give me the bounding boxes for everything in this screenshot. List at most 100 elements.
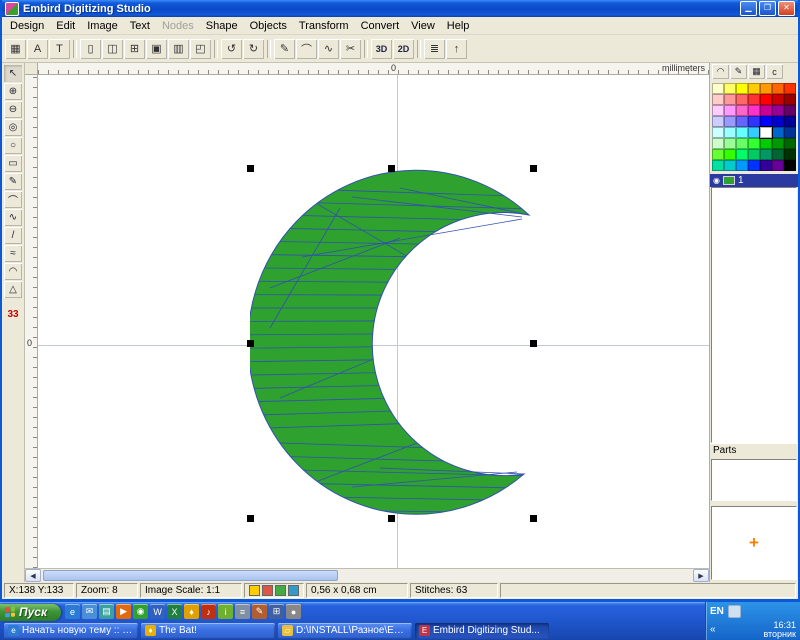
close-button[interactable]: ✕ xyxy=(778,1,795,16)
fill-tool[interactable]: ≈ xyxy=(4,245,22,262)
palette-color-47[interactable] xyxy=(772,149,784,160)
palette-color-16[interactable] xyxy=(736,105,748,116)
menu-edit[interactable]: Edit xyxy=(50,19,81,33)
thread-catalog-button[interactable]: ◠ xyxy=(712,64,729,79)
menu-shape[interactable]: Shape xyxy=(200,19,244,33)
palette-color-31[interactable] xyxy=(748,127,760,138)
task-button-0[interactable]: eНачать новую тему :: В... xyxy=(4,623,138,639)
taskbar-clock[interactable]: 16:31 вторник xyxy=(763,621,796,639)
task-button-2[interactable]: ▱D:\INSTALL\Разное\Embird xyxy=(278,623,412,639)
palette-color-26[interactable] xyxy=(772,116,784,127)
curve-stitch-button[interactable]: ∿ xyxy=(318,39,339,59)
selection-handle-ne[interactable] xyxy=(530,165,537,172)
palette-color-24[interactable] xyxy=(748,116,760,127)
selection-handle-s[interactable] xyxy=(388,515,395,522)
undo-button[interactable]: ↺ xyxy=(221,39,242,59)
internet-explorer-icon[interactable]: e xyxy=(65,604,80,619)
palette-color-40[interactable] xyxy=(772,138,784,149)
the-bat-icon[interactable]: ♦ xyxy=(184,604,199,619)
selection-handle-nw[interactable] xyxy=(247,165,254,172)
language-indicator[interactable]: EN xyxy=(710,606,724,617)
palette-color-17[interactable] xyxy=(748,105,760,116)
calculator-icon[interactable]: ⊞ xyxy=(269,604,284,619)
zoom-select-tool[interactable]: ◎ xyxy=(4,119,22,136)
visibility-eye-icon[interactable]: ◉ xyxy=(713,176,720,185)
design-canvas[interactable] xyxy=(38,75,709,568)
palette-color-10[interactable] xyxy=(748,94,760,105)
scroll-thumb[interactable] xyxy=(43,570,338,581)
palette-color-42[interactable] xyxy=(712,149,724,160)
ellipse-tool[interactable]: ○ xyxy=(4,137,22,154)
outline-tool[interactable]: ◠ xyxy=(4,263,22,280)
palette-color-43[interactable] xyxy=(724,149,736,160)
palette-color-2[interactable] xyxy=(736,83,748,94)
color-count-button[interactable]: c xyxy=(766,64,783,79)
copy-button[interactable]: ◰ xyxy=(190,39,211,59)
palette-color-55[interactable] xyxy=(784,160,796,171)
palette-color-36[interactable] xyxy=(724,138,736,149)
palette-color-11[interactable] xyxy=(760,94,772,105)
tray-app-icon[interactable] xyxy=(728,605,741,618)
palette-color-18[interactable] xyxy=(760,105,772,116)
palette-color-51[interactable] xyxy=(736,160,748,171)
scroll-left-arrow[interactable]: ◀ xyxy=(25,569,41,582)
palette-color-45[interactable] xyxy=(748,149,760,160)
monogram-button[interactable]: T xyxy=(49,39,70,59)
edit-color-button[interactable]: ✎ xyxy=(730,64,747,79)
scroll-right-arrow[interactable]: ▶ xyxy=(693,569,709,582)
menu-nodes[interactable]: Nodes xyxy=(156,19,200,33)
menu-image[interactable]: Image xyxy=(81,19,124,33)
palette-color-48[interactable] xyxy=(784,149,796,160)
palette-color-15[interactable] xyxy=(724,105,736,116)
palette-color-30[interactable] xyxy=(736,127,748,138)
arc-stitch-button[interactable]: ⌒ xyxy=(296,39,317,59)
palette-color-19[interactable] xyxy=(772,105,784,116)
menu-text[interactable]: Text xyxy=(124,19,156,33)
palette-color-54[interactable] xyxy=(772,160,784,171)
palette-color-38[interactable] xyxy=(748,138,760,149)
palette-color-35[interactable] xyxy=(712,138,724,149)
palette-color-13[interactable] xyxy=(784,94,796,105)
palette-color-32[interactable] xyxy=(760,127,772,138)
selection-handle-w[interactable] xyxy=(247,340,254,347)
palette-color-12[interactable] xyxy=(772,94,784,105)
messenger-icon[interactable]: ◉ xyxy=(133,604,148,619)
palette-color-6[interactable] xyxy=(784,83,796,94)
tray-collapse-chevron[interactable]: « xyxy=(710,624,716,635)
palette-color-34[interactable] xyxy=(784,127,796,138)
freehand-stitch-button[interactable]: ✎ xyxy=(274,39,295,59)
show-desktop-icon[interactable]: ▤ xyxy=(99,604,114,619)
rectangle-tool[interactable]: ▭ xyxy=(4,155,22,172)
split-button[interactable]: ✂ xyxy=(340,39,361,59)
view-3d-button[interactable]: 3D xyxy=(371,39,392,59)
palette-color-20[interactable] xyxy=(784,105,796,116)
crescent-design[interactable] xyxy=(250,168,534,519)
zoom-in-tool[interactable]: ⊕ xyxy=(4,83,22,100)
view-2d-button[interactable]: 2D xyxy=(393,39,414,59)
menu-design[interactable]: Design xyxy=(4,19,50,33)
selection-handle-n[interactable] xyxy=(388,165,395,172)
scroll-track[interactable] xyxy=(41,569,693,582)
palette-color-5[interactable] xyxy=(772,83,784,94)
start-button[interactable]: Пуск xyxy=(0,604,61,621)
selection-handle-e[interactable] xyxy=(530,340,537,347)
palette-color-14[interactable] xyxy=(712,105,724,116)
new-design-button[interactable]: ▯ xyxy=(80,39,101,59)
palette-color-9[interactable] xyxy=(736,94,748,105)
palette-color-27[interactable] xyxy=(784,116,796,127)
parts-list[interactable] xyxy=(711,459,797,501)
outlook-icon[interactable]: ✉ xyxy=(82,604,97,619)
select-tool[interactable]: ↖ xyxy=(4,65,22,82)
design-palette-button[interactable]: ▦ xyxy=(5,39,26,59)
freehand-tool[interactable]: ✎ xyxy=(4,173,22,190)
open-design-button[interactable]: ◫ xyxy=(102,39,123,59)
selection-bounding-box[interactable] xyxy=(250,168,534,519)
menu-transform[interactable]: Transform xyxy=(293,19,355,33)
knife-tool[interactable]: / xyxy=(4,227,22,244)
stitch-order-button[interactable]: ≣ xyxy=(424,39,445,59)
word-icon[interactable]: W xyxy=(150,604,165,619)
palette-color-21[interactable] xyxy=(712,116,724,127)
task-button-1[interactable]: ♦The Bat! xyxy=(141,623,275,639)
palette-color-52[interactable] xyxy=(748,160,760,171)
print-button[interactable]: ▥ xyxy=(168,39,189,59)
